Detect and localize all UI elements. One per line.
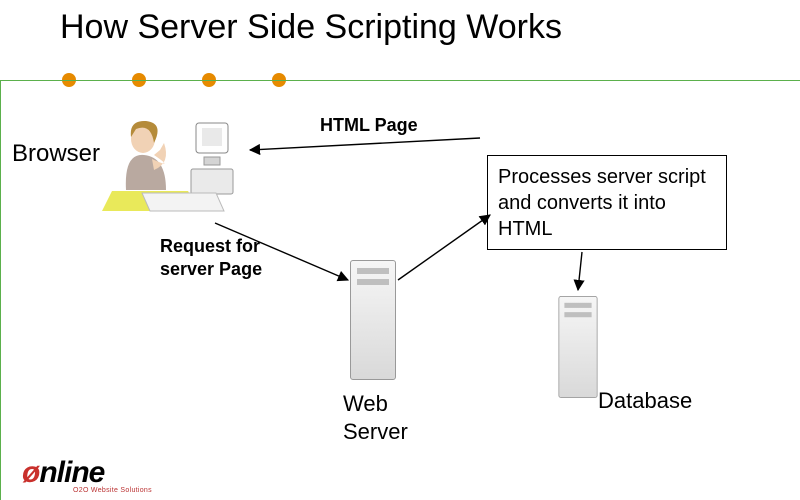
page-title: How Server Side Scripting Works [60,8,562,47]
logo-text: nline [39,456,104,489]
person-at-computer-icon [96,115,246,225]
arrow-process-to-db [578,252,582,290]
arrow-html-to-browser [250,138,480,150]
brand-logo: ønline [22,456,104,490]
process-box: Processes server script and converts it … [487,155,727,250]
database-label: Database [598,388,692,414]
arrow-server-to-process [398,215,490,280]
browser-label: Browser [12,140,100,168]
database-server-icon [558,296,597,398]
web-server-label: Web Server [343,390,408,445]
vertical-rule [0,80,1,500]
horizontal-rule [0,80,800,81]
request-label: Request for server Page [160,235,262,280]
web-server-icon [350,260,396,380]
html-page-label: HTML Page [320,115,418,136]
logo-o-icon: ø [22,456,39,489]
brand-subtext: O2O Website Solutions [73,487,152,494]
